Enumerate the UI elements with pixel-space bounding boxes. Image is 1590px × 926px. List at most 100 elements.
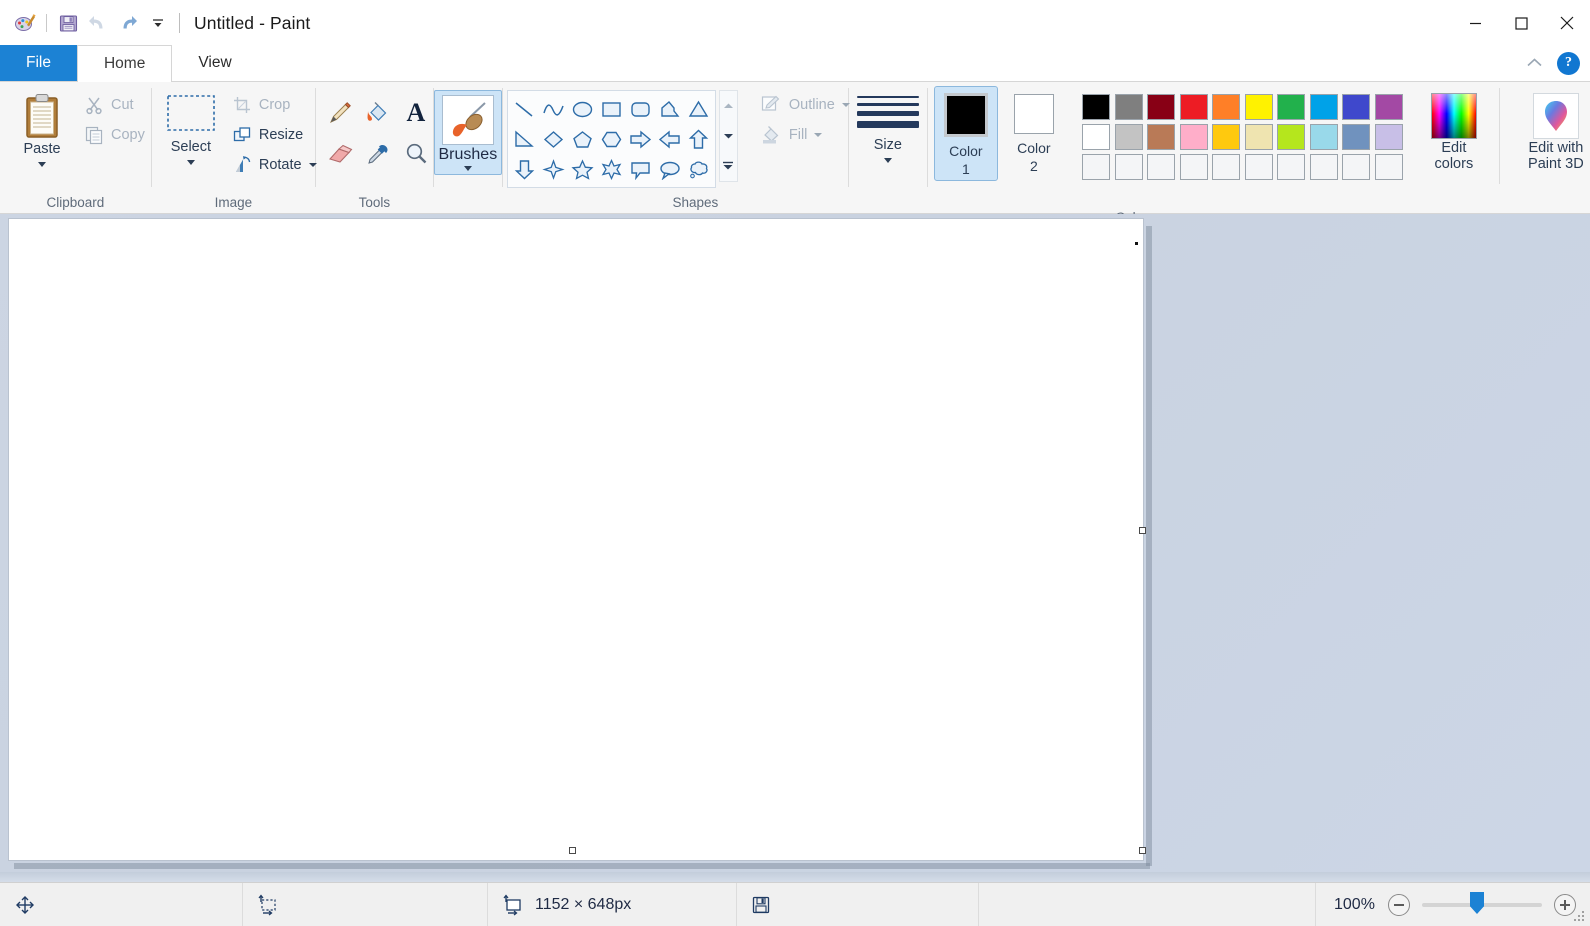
palette-swatch-empty[interactable]: [1082, 154, 1111, 180]
color-picker-tool[interactable]: [359, 133, 397, 174]
line-shape[interactable]: [510, 94, 539, 124]
palette-swatch[interactable]: [1342, 124, 1371, 150]
palette-swatch-empty[interactable]: [1179, 154, 1208, 180]
palette-swatch[interactable]: [1179, 94, 1208, 120]
zoom-slider-thumb[interactable]: [1470, 892, 1484, 914]
palette-swatch[interactable]: [1212, 94, 1241, 120]
crop-button: Crop: [226, 90, 323, 120]
eraser-tool[interactable]: [321, 133, 359, 174]
paste-menu-caret[interactable]: [38, 161, 46, 167]
hexagon-shape[interactable]: [597, 124, 626, 154]
customize-quick-access-icon[interactable]: [143, 8, 173, 38]
tab-view[interactable]: View: [172, 45, 257, 81]
save-icon[interactable]: [53, 8, 83, 38]
palette-swatch-empty[interactable]: [1374, 154, 1403, 180]
palette-swatch-empty[interactable]: [1114, 154, 1143, 180]
rectangle-shape[interactable]: [597, 94, 626, 124]
left-arrow-shape[interactable]: [655, 124, 684, 154]
palette-swatch-empty[interactable]: [1147, 154, 1176, 180]
select-menu-caret[interactable]: [186, 159, 195, 165]
horizontal-scrollbar[interactable]: [0, 872, 1590, 882]
five-point-star-shape[interactable]: [568, 154, 597, 184]
canvas-resize-handle-right[interactable]: [1139, 527, 1146, 534]
palette-swatch[interactable]: [1277, 124, 1306, 150]
tab-home[interactable]: Home: [76, 45, 173, 82]
maximize-button[interactable]: [1498, 0, 1544, 46]
color1-button[interactable]: Color 1: [933, 86, 998, 181]
resize-grip[interactable]: [1574, 911, 1586, 923]
shapes-expand-button[interactable]: [720, 151, 737, 181]
palette-swatch-empty[interactable]: [1244, 154, 1273, 180]
rotate-button[interactable]: Rotate: [226, 150, 323, 180]
palette-swatch[interactable]: [1147, 94, 1176, 120]
curve-shape[interactable]: [539, 94, 568, 124]
palette-swatch[interactable]: [1212, 124, 1241, 150]
canvas-work-area[interactable]: [0, 214, 1590, 882]
brushes-menu-caret[interactable]: [463, 166, 472, 171]
polygon-shape[interactable]: [655, 94, 684, 124]
app-icon[interactable]: [10, 8, 40, 38]
minimize-button[interactable]: [1452, 0, 1498, 46]
help-button[interactable]: ?: [1557, 51, 1580, 75]
paste-button[interactable]: Paste: [8, 88, 76, 167]
palette-swatch[interactable]: [1342, 94, 1371, 120]
palette-swatch-empty[interactable]: [1342, 154, 1371, 180]
shapes-scrollbar[interactable]: [718, 90, 738, 182]
tab-file[interactable]: File: [0, 45, 77, 81]
size-menu-caret[interactable]: [883, 157, 892, 163]
shapes-scroll-down-button[interactable]: [720, 121, 737, 151]
brushes-button[interactable]: Brushes: [433, 90, 502, 175]
palette-swatch[interactable]: [1082, 124, 1111, 150]
palette-swatch[interactable]: [1147, 124, 1176, 150]
palette-swatch[interactable]: [1179, 124, 1208, 150]
size-button[interactable]: Size: [844, 92, 932, 163]
palette-swatch-empty[interactable]: [1212, 154, 1241, 180]
color2-button[interactable]: Color 2: [1002, 86, 1066, 177]
resize-button[interactable]: Resize: [226, 120, 323, 150]
edit-with-paint3d-button[interactable]: Edit with Paint 3D: [1510, 86, 1590, 173]
zoom-in-button[interactable]: [1554, 894, 1576, 916]
rectangular-callout-shape[interactable]: [626, 154, 655, 184]
diamond-shape[interactable]: [539, 124, 568, 154]
palette-swatch[interactable]: [1374, 124, 1403, 150]
up-arrow-shape[interactable]: [684, 124, 713, 154]
select-button[interactable]: Select: [158, 88, 224, 165]
palette-swatch[interactable]: [1114, 94, 1143, 120]
fill-with-color-tool[interactable]: [359, 92, 397, 133]
right-arrow-shape[interactable]: [626, 124, 655, 154]
palette-swatch[interactable]: [1309, 124, 1338, 150]
canvas-resize-handle-corner[interactable]: [1139, 847, 1146, 854]
close-button[interactable]: [1544, 0, 1590, 46]
palette-swatch[interactable]: [1374, 94, 1403, 120]
redo-icon[interactable]: [113, 8, 143, 38]
text-tool[interactable]: A: [397, 92, 435, 133]
edit-colors-button[interactable]: Edit colors: [1419, 86, 1489, 173]
pencil-tool[interactable]: [321, 92, 359, 133]
collapse-ribbon-icon[interactable]: [1521, 50, 1547, 76]
zoom-out-button[interactable]: [1388, 894, 1410, 916]
zoom-slider[interactable]: [1422, 892, 1542, 914]
canvas-resize-handle-bottom[interactable]: [569, 847, 576, 854]
cloud-callout-shape[interactable]: [684, 154, 713, 184]
palette-swatch[interactable]: [1114, 124, 1143, 150]
down-arrow-shape[interactable]: [510, 154, 539, 184]
line-size-icon: [852, 92, 924, 128]
six-point-star-shape[interactable]: [597, 154, 626, 184]
palette-swatch[interactable]: [1277, 94, 1306, 120]
pentagon-shape[interactable]: [568, 124, 597, 154]
drawing-canvas[interactable]: [8, 218, 1144, 861]
right-triangle-shape[interactable]: [510, 124, 539, 154]
palette-swatch-empty[interactable]: [1277, 154, 1306, 180]
palette-swatch[interactable]: [1082, 94, 1111, 120]
oval-callout-shape[interactable]: [655, 154, 684, 184]
palette-swatch[interactable]: [1309, 94, 1338, 120]
color2-label: Color 2: [1017, 140, 1051, 174]
palette-swatch-empty[interactable]: [1309, 154, 1338, 180]
triangle-shape[interactable]: [684, 94, 713, 124]
magnifier-tool[interactable]: [397, 133, 435, 174]
oval-shape[interactable]: [568, 94, 597, 124]
palette-swatch[interactable]: [1244, 94, 1273, 120]
four-point-star-shape[interactable]: [539, 154, 568, 184]
rounded-rectangle-shape[interactable]: [626, 94, 655, 124]
palette-swatch[interactable]: [1244, 124, 1273, 150]
